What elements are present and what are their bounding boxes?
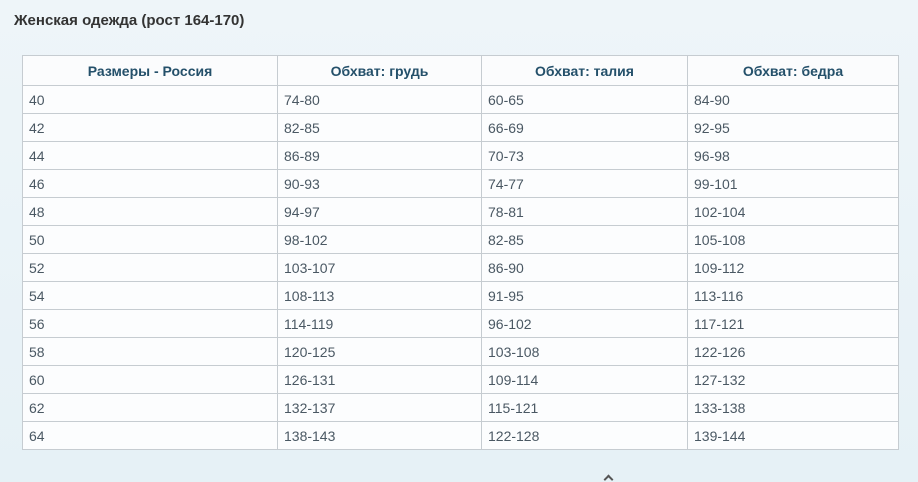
cell-waist: 86-90 [481,253,688,282]
cell-waist: 70-73 [481,141,688,170]
cell-waist: 109-114 [481,365,688,394]
cell-waist: 60-65 [481,85,688,114]
cell-waist: 74-77 [481,169,688,198]
cell-waist: 103-108 [481,337,688,366]
header-bust: Обхват: грудь [277,55,482,86]
cell-hips: 122-126 [687,337,899,366]
cell-bust: 82-85 [277,113,482,142]
cell-size: 56 [22,309,278,338]
cell-waist: 115-121 [481,393,688,422]
cell-bust: 90-93 [277,169,482,198]
cell-waist: 82-85 [481,225,688,254]
cell-size: 58 [22,337,278,366]
cell-size: 40 [22,85,278,114]
cell-hips: 92-95 [687,113,899,142]
table-row: 60 126-131 109-114 127-132 [22,365,899,394]
cell-waist: 91-95 [481,281,688,310]
cell-hips: 139-144 [687,421,899,450]
cell-hips: 117-121 [687,309,899,338]
table-row: 52 103-107 86-90 109-112 [22,253,899,282]
table-row: 58 120-125 103-108 122-126 [22,337,899,366]
cell-size: 42 [22,113,278,142]
cell-bust: 103-107 [277,253,482,282]
header-hips: Обхват: бедра [687,55,899,86]
cell-bust: 138-143 [277,421,482,450]
header-waist: Обхват: талия [481,55,688,86]
table-row: 50 98-102 82-85 105-108 [22,225,899,254]
header-size-russia: Размеры - Россия [22,55,278,86]
table-row: 46 90-93 74-77 99-101 [22,169,899,198]
cell-size: 54 [22,281,278,310]
cell-size: 50 [22,225,278,254]
cell-bust: 74-80 [277,85,482,114]
table-row: 42 82-85 66-69 92-95 [22,113,899,142]
table-row: 64 138-143 122-128 139-144 [22,421,899,450]
cell-bust: 108-113 [277,281,482,310]
cell-hips: 133-138 [687,393,899,422]
cell-size: 44 [22,141,278,170]
cell-waist: 66-69 [481,113,688,142]
table-row: 54 108-113 91-95 113-116 [22,281,899,310]
table-row: 56 114-119 96-102 117-121 [22,309,899,338]
cell-bust: 86-89 [277,141,482,170]
cursor-icon [603,474,614,482]
cell-waist: 78-81 [481,197,688,226]
cell-size: 60 [22,365,278,394]
table-row: 40 74-80 60-65 84-90 [22,85,899,114]
size-chart-table: Размеры - Россия Обхват: грудь Обхват: т… [22,55,899,450]
table-body: 40 74-80 60-65 84-90 42 82-85 66-69 92-95 44 86-8… [22,85,899,450]
cell-hips: 99-101 [687,169,899,198]
cell-bust: 98-102 [277,225,482,254]
cell-waist: 122-128 [481,421,688,450]
cell-hips: 113-116 [687,281,899,310]
table-row: 44 86-89 70-73 96-98 [22,141,899,170]
cell-size: 46 [22,169,278,198]
cell-hips: 84-90 [687,85,899,114]
table-row: 62 132-137 115-121 133-138 [22,393,899,422]
cell-size: 64 [22,421,278,450]
cell-hips: 109-112 [687,253,899,282]
cell-bust: 114-119 [277,309,482,338]
table-header-row: Размеры - Россия Обхват: грудь Обхват: т… [22,55,899,86]
cell-bust: 126-131 [277,365,482,394]
cell-size: 48 [22,197,278,226]
cell-bust: 132-137 [277,393,482,422]
table-row: 48 94-97 78-81 102-104 [22,197,899,226]
cell-bust: 94-97 [277,197,482,226]
cell-size: 52 [22,253,278,282]
cell-size: 62 [22,393,278,422]
cell-waist: 96-102 [481,309,688,338]
cell-hips: 96-98 [687,141,899,170]
page: Женская одежда (рост 164-170) Размеры - … [0,0,918,482]
cell-hips: 102-104 [687,197,899,226]
cell-bust: 120-125 [277,337,482,366]
page-title: Женская одежда (рост 164-170) [14,12,245,29]
cell-hips: 127-132 [687,365,899,394]
cell-hips: 105-108 [687,225,899,254]
